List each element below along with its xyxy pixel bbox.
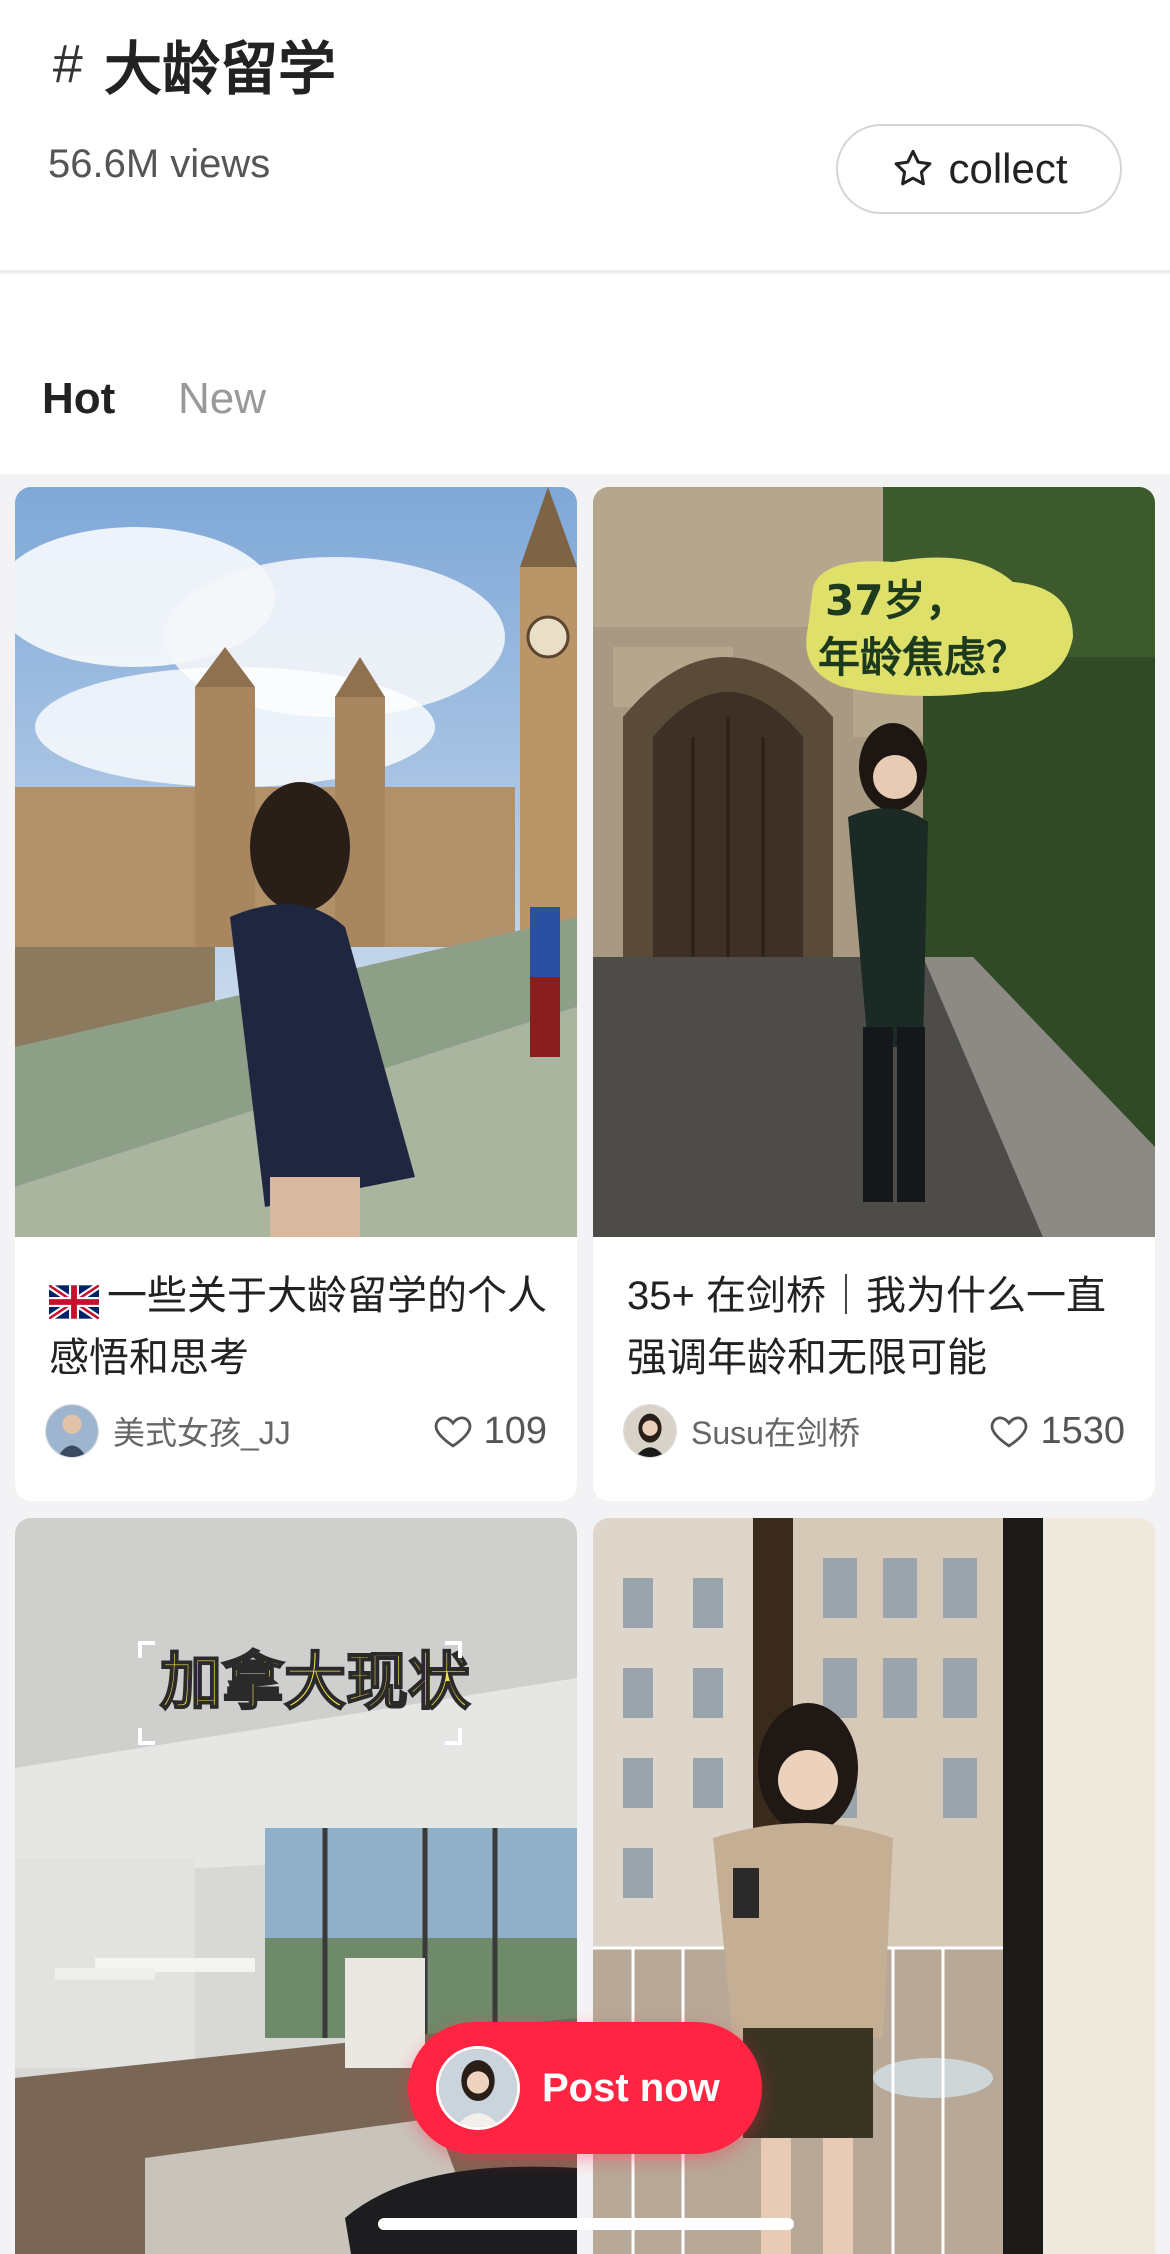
note-card[interactable]: 37岁， 年龄焦虑？ 35+ 在剑桥｜我为什么一直强调年龄和无限可能 Susu在… — [593, 487, 1155, 1501]
note-title-text: 一些关于大龄留学的个人感悟和思考 — [49, 1274, 547, 1380]
topic-title: # 大龄留学 — [52, 24, 336, 104]
heart-icon — [991, 1416, 1028, 1448]
tab-hot[interactable]: Hot — [42, 374, 115, 424]
avatar[interactable] — [623, 1404, 677, 1458]
uk-flag-icon — [49, 1285, 99, 1320]
note-title: 35+ 在剑桥｜我为什么一直强调年龄和无限可能 — [627, 1274, 1106, 1380]
topic-name: 大龄留学 — [104, 37, 337, 102]
topic-header: # 大龄留学 56.6M views collect — [0, 0, 1170, 272]
sort-tabs: Hot New — [0, 274, 1170, 474]
author-name[interactable]: Susu在剑桥 — [691, 1408, 988, 1454]
collect-button[interactable]: collect — [836, 124, 1122, 214]
note-title: 一些关于大龄留学的个人感悟和思考 — [49, 1265, 549, 1389]
like-count-value: 109 — [483, 1409, 547, 1452]
hashtag-icon: # — [52, 34, 83, 94]
note-cover-image — [15, 487, 577, 1237]
note-meta: Susu在剑桥 1530 — [623, 1403, 1125, 1459]
post-now-button[interactable]: Post now — [408, 2022, 762, 2154]
topic-page: # 大龄留学 56.6M views collect Hot New 一些关于大… — [0, 0, 1170, 2254]
post-now-label: Post now — [542, 2065, 720, 2110]
cover-text-line2: 年龄焦虑？ — [818, 633, 1028, 682]
avatar — [436, 2046, 520, 2130]
like-count[interactable]: 109 — [432, 1410, 547, 1453]
cover-text-line1: 37岁， — [825, 576, 967, 625]
avatar[interactable] — [45, 1404, 99, 1458]
collect-label: collect — [948, 145, 1068, 192]
view-count: 56.6M views — [48, 142, 271, 186]
like-count-value: 1530 — [1040, 1409, 1125, 1452]
like-count[interactable]: 1530 — [988, 1410, 1125, 1453]
heart-icon — [434, 1416, 471, 1448]
author-name[interactable]: 美式女孩_JJ — [113, 1408, 432, 1454]
cover-text: 加拿大现状 — [160, 1645, 471, 1718]
home-indicator[interactable] — [378, 2218, 794, 2230]
note-cover-image: 37岁， 年龄焦虑？ — [593, 487, 1155, 1237]
note-meta: 美式女孩_JJ 109 — [45, 1403, 547, 1459]
note-card[interactable]: 一些关于大龄留学的个人感悟和思考 美式女孩_JJ 109 — [15, 487, 577, 1501]
star-icon — [895, 149, 932, 186]
tab-new[interactable]: New — [178, 374, 266, 424]
